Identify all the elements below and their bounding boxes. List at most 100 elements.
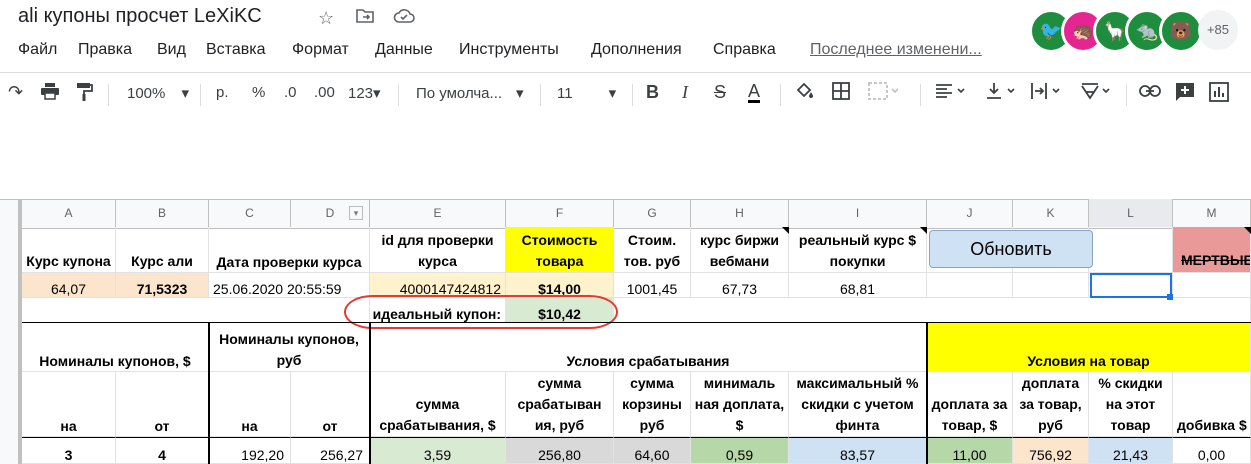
text-rotation-icon[interactable] [1080, 82, 1114, 105]
insert-comment-icon[interactable] [1175, 82, 1195, 107]
data-m[interactable]: 0,00 [1173, 437, 1251, 464]
select-all-corner[interactable] [0, 199, 22, 227]
cell-g3[interactable] [614, 298, 1251, 323]
cell-h1[interactable]: курс биржи вебмани [691, 227, 789, 273]
cell-b1[interactable]: Курс али [116, 227, 209, 273]
horizontal-align-icon[interactable] [935, 82, 969, 105]
section-nominals-rub[interactable]: Номиналы купонов, руб [209, 323, 370, 372]
data-a[interactable]: 3 [22, 437, 116, 464]
redo-icon[interactable]: ↷ [8, 82, 23, 103]
cell-h2[interactable]: 67,73 [691, 273, 789, 298]
collaborator-avatar[interactable]: 🐻 [1160, 10, 1202, 52]
cell-b2[interactable]: 71,5323 [116, 273, 209, 298]
data-i[interactable]: 83,57 [789, 437, 927, 464]
data-d[interactable]: 256,27 [291, 437, 370, 464]
section-trigger-conditions[interactable]: Условия срабатывания [370, 323, 927, 372]
menu-file[interactable]: Файл [18, 41, 57, 59]
cell-i1[interactable]: реальный курс $ покупки [789, 227, 927, 273]
section-goods-conditions[interactable]: Условия на товар [927, 323, 1251, 372]
menu-help[interactable]: Справка [713, 41, 776, 59]
cell-c2[interactable]: 25.06.2020 20:55:59 [209, 273, 370, 298]
subheader-m[interactable]: добивка $ [1173, 372, 1251, 437]
subheader-d[interactable]: от [291, 372, 370, 437]
bold-icon[interactable]: B [646, 82, 659, 103]
cell-a2[interactable]: 64,07 [22, 273, 116, 298]
menu-addons[interactable]: Дополнения [591, 41, 682, 59]
subheader-j[interactable]: доплата за товар, $ [927, 372, 1013, 437]
filter-dropdown-icon[interactable]: ▾ [349, 206, 363, 220]
percent-format-button[interactable]: % [252, 84, 265, 101]
currency-format-button[interactable]: р. [216, 84, 229, 101]
subheader-i[interactable]: максимальный % скидки с учетом финта [789, 372, 927, 437]
column-header-a[interactable]: A [22, 199, 116, 227]
cell-a3[interactable] [22, 298, 370, 323]
column-header-h[interactable]: H [691, 199, 789, 227]
column-header-l[interactable]: L [1089, 199, 1173, 227]
cell-j2[interactable] [927, 273, 1013, 298]
data-h[interactable]: 0,59 [691, 437, 789, 464]
paint-format-icon[interactable] [76, 82, 94, 107]
text-color-icon[interactable]: A [748, 82, 761, 103]
strikethrough-icon[interactable]: S [714, 82, 726, 103]
decrease-decimal-button[interactable]: .0 [284, 84, 297, 101]
update-button[interactable]: Обновить [929, 230, 1093, 268]
menu-edit[interactable]: Правка [78, 41, 132, 59]
subheader-h[interactable]: минималь ная доплата, $ [691, 372, 789, 437]
menu-tools[interactable]: Инструменты [459, 41, 559, 59]
subheader-a[interactable]: на [22, 372, 116, 437]
data-e[interactable]: 3,59 [370, 437, 506, 464]
more-collaborators-badge[interactable]: +85 [1198, 10, 1238, 50]
font-family-select[interactable]: По умолча... ▾ [416, 84, 524, 102]
subheader-f[interactable]: сумма срабатыван ия, руб [506, 372, 614, 437]
cell-l1[interactable] [1089, 227, 1173, 273]
italic-icon[interactable]: I [682, 82, 688, 103]
column-header-i[interactable]: I [789, 199, 927, 227]
column-header-f[interactable]: F [506, 199, 614, 227]
column-header-e[interactable]: E [370, 199, 506, 227]
menu-view[interactable]: Вид [157, 41, 186, 59]
cell-f1[interactable]: Стоимость товара [506, 227, 614, 273]
insert-link-icon[interactable] [1139, 82, 1161, 103]
column-header-k[interactable]: K [1013, 199, 1089, 227]
subheader-l[interactable]: % скидки на этот товар [1089, 372, 1173, 437]
more-formats-select[interactable]: 123▾ [348, 84, 381, 102]
column-header-d[interactable]: D ▾ [291, 199, 370, 227]
font-size-select[interactable]: 11 ▾ [557, 84, 616, 102]
data-f[interactable]: 256,80 [506, 437, 614, 464]
text-wrap-icon[interactable] [1030, 82, 1064, 105]
cloud-status-icon[interactable] [393, 8, 415, 29]
column-header-c[interactable]: C [209, 199, 291, 227]
column-header-m[interactable]: M [1173, 199, 1251, 227]
subheader-b[interactable]: от [116, 372, 209, 437]
subheader-e[interactable]: сумма срабатывания, $ [370, 372, 506, 437]
merge-cells-icon[interactable] [868, 82, 899, 105]
zoom-select[interactable]: 100% ▾ [127, 84, 189, 102]
increase-decimal-button[interactable]: .00 [314, 84, 335, 101]
fill-color-icon[interactable] [795, 82, 815, 105]
cell-g2[interactable]: 1001,45 [614, 273, 691, 298]
cell-m1[interactable]: МЕРТВЫЕ [1173, 227, 1251, 273]
print-icon[interactable] [40, 82, 60, 105]
active-cell-selection[interactable] [1090, 273, 1172, 298]
column-header-b[interactable]: B [116, 199, 209, 227]
menu-insert[interactable]: Вставка [206, 41, 265, 59]
last-edit-link[interactable]: Последнее изменени... [810, 41, 982, 59]
data-j[interactable]: 11,00 [927, 437, 1013, 464]
section-nominals-usd[interactable]: Номиналы купонов, $ [22, 323, 209, 372]
cell-g1[interactable]: Стоим. тов. руб [614, 227, 691, 273]
cell-k2[interactable] [1013, 273, 1089, 298]
folder-move-icon[interactable] [356, 8, 374, 29]
borders-icon[interactable] [832, 82, 850, 105]
data-c[interactable]: 192,20 [209, 437, 291, 464]
column-header-j[interactable]: J [927, 199, 1013, 227]
menu-data[interactable]: Данные [375, 41, 433, 59]
data-l[interactable]: 21,43 [1089, 437, 1173, 464]
subheader-k[interactable]: доплата за товар, руб [1013, 372, 1089, 437]
cell-m2[interactable] [1173, 273, 1251, 298]
cell-c1[interactable]: Дата проверки курса [209, 227, 370, 273]
cell-i2[interactable]: 68,81 [789, 273, 927, 298]
insert-chart-icon[interactable] [1209, 82, 1229, 107]
star-icon[interactable]: ☆ [318, 8, 334, 29]
vertical-align-icon[interactable] [985, 82, 1019, 105]
cell-e1[interactable]: id для проверки курса [370, 227, 506, 273]
